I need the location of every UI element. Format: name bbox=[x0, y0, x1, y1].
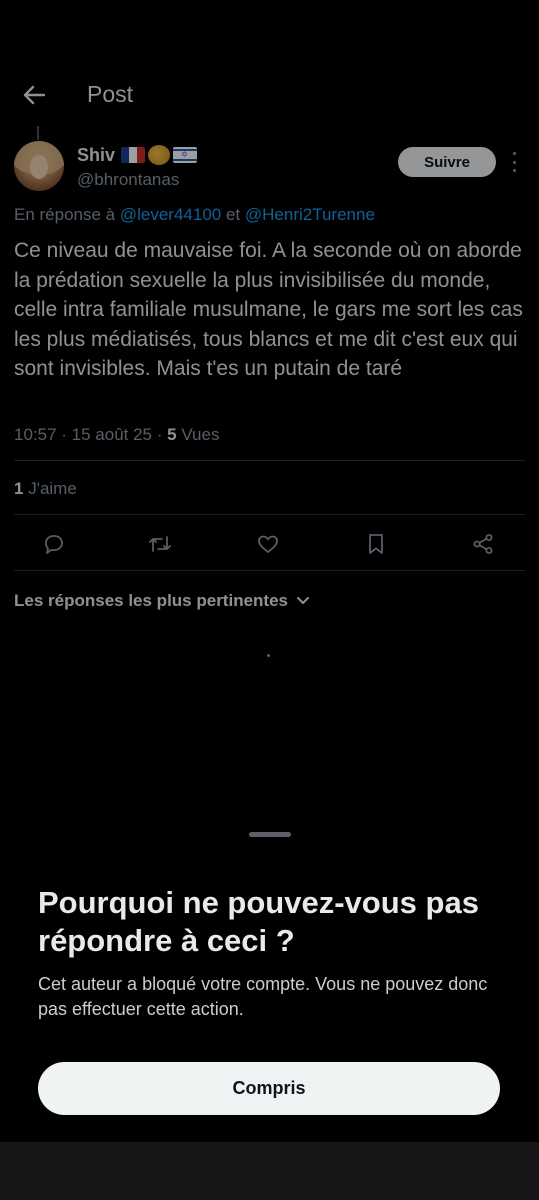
understood-button[interactable]: Compris bbox=[38, 1062, 500, 1115]
sheet-message: Cet auteur a bloqué votre compte. Vous n… bbox=[38, 974, 488, 1019]
loading-indicator bbox=[267, 654, 270, 657]
heart-icon bbox=[258, 535, 278, 553]
replies-sort-label: Les réponses les plus pertinentes bbox=[14, 591, 288, 610]
blocked-bottom-sheet: Pourquoi ne pouvez-vous pas répondre à c… bbox=[0, 812, 539, 1142]
arrow-left-icon bbox=[23, 85, 45, 105]
tweet-time: 10:57 bbox=[14, 425, 57, 444]
flag-israel-icon: ✡ bbox=[173, 147, 197, 163]
chevron-down-icon bbox=[296, 597, 309, 604]
retweet-button[interactable] bbox=[144, 528, 176, 560]
divider bbox=[14, 514, 525, 515]
sheet-grabber[interactable] bbox=[249, 832, 291, 837]
system-navigation-bar bbox=[0, 1142, 539, 1200]
post-screen: Post Shiv ✡ @bhrontanas Suivre En répons… bbox=[0, 0, 539, 860]
author-handle[interactable]: @bhrontanas bbox=[77, 170, 179, 190]
top-bar: Post bbox=[0, 66, 539, 126]
bookmark-icon bbox=[369, 534, 383, 554]
tweet-meta: 10:57 · 15 août 25 · 5 Vues bbox=[14, 425, 220, 444]
replies-sort-dropdown[interactable]: Les réponses les plus pertinentes bbox=[14, 591, 310, 611]
sun-emoji-icon bbox=[148, 145, 170, 165]
share-button[interactable] bbox=[467, 528, 499, 560]
divider bbox=[14, 570, 525, 571]
reply-mention-link[interactable]: @Henri2Turenne bbox=[245, 205, 375, 224]
reply-mention-link[interactable]: @lever44100 bbox=[120, 205, 221, 224]
divider bbox=[14, 460, 525, 461]
views-count: 5 bbox=[167, 425, 177, 444]
reply-button[interactable] bbox=[38, 528, 70, 560]
avatar[interactable] bbox=[14, 141, 64, 191]
thread-connector bbox=[37, 126, 39, 140]
likes-count: 1 bbox=[14, 479, 24, 498]
page-title: Post bbox=[87, 81, 134, 107]
sheet-title: Pourquoi ne pouvez-vous pas répondre à c… bbox=[38, 885, 479, 958]
action-bar bbox=[0, 528, 539, 560]
likes-summary[interactable]: 1 J'aime bbox=[14, 479, 77, 499]
bookmark-button[interactable] bbox=[360, 528, 392, 560]
more-options-icon[interactable] bbox=[508, 152, 520, 172]
flag-france-icon bbox=[121, 147, 145, 163]
likes-label: J'aime bbox=[28, 479, 77, 498]
reply-context: En réponse à @lever44100 et @Henri2Turen… bbox=[14, 205, 375, 225]
author-badges: ✡ bbox=[121, 145, 197, 165]
follow-button[interactable]: Suivre bbox=[398, 147, 496, 177]
tweet-text: Ce niveau de mauvaise foi. A la seconde … bbox=[14, 239, 529, 380]
reply-conjunction: et bbox=[221, 205, 245, 224]
author-name[interactable]: Shiv bbox=[77, 145, 115, 166]
share-icon bbox=[473, 534, 493, 554]
like-button[interactable] bbox=[252, 528, 284, 560]
reply-icon bbox=[45, 535, 63, 554]
back-button[interactable] bbox=[16, 80, 52, 110]
views-label: Vues bbox=[181, 425, 220, 444]
tweet-date: 15 août 25 bbox=[71, 425, 153, 444]
retweet-icon bbox=[149, 536, 171, 552]
reply-prefix: En réponse à bbox=[14, 205, 120, 224]
